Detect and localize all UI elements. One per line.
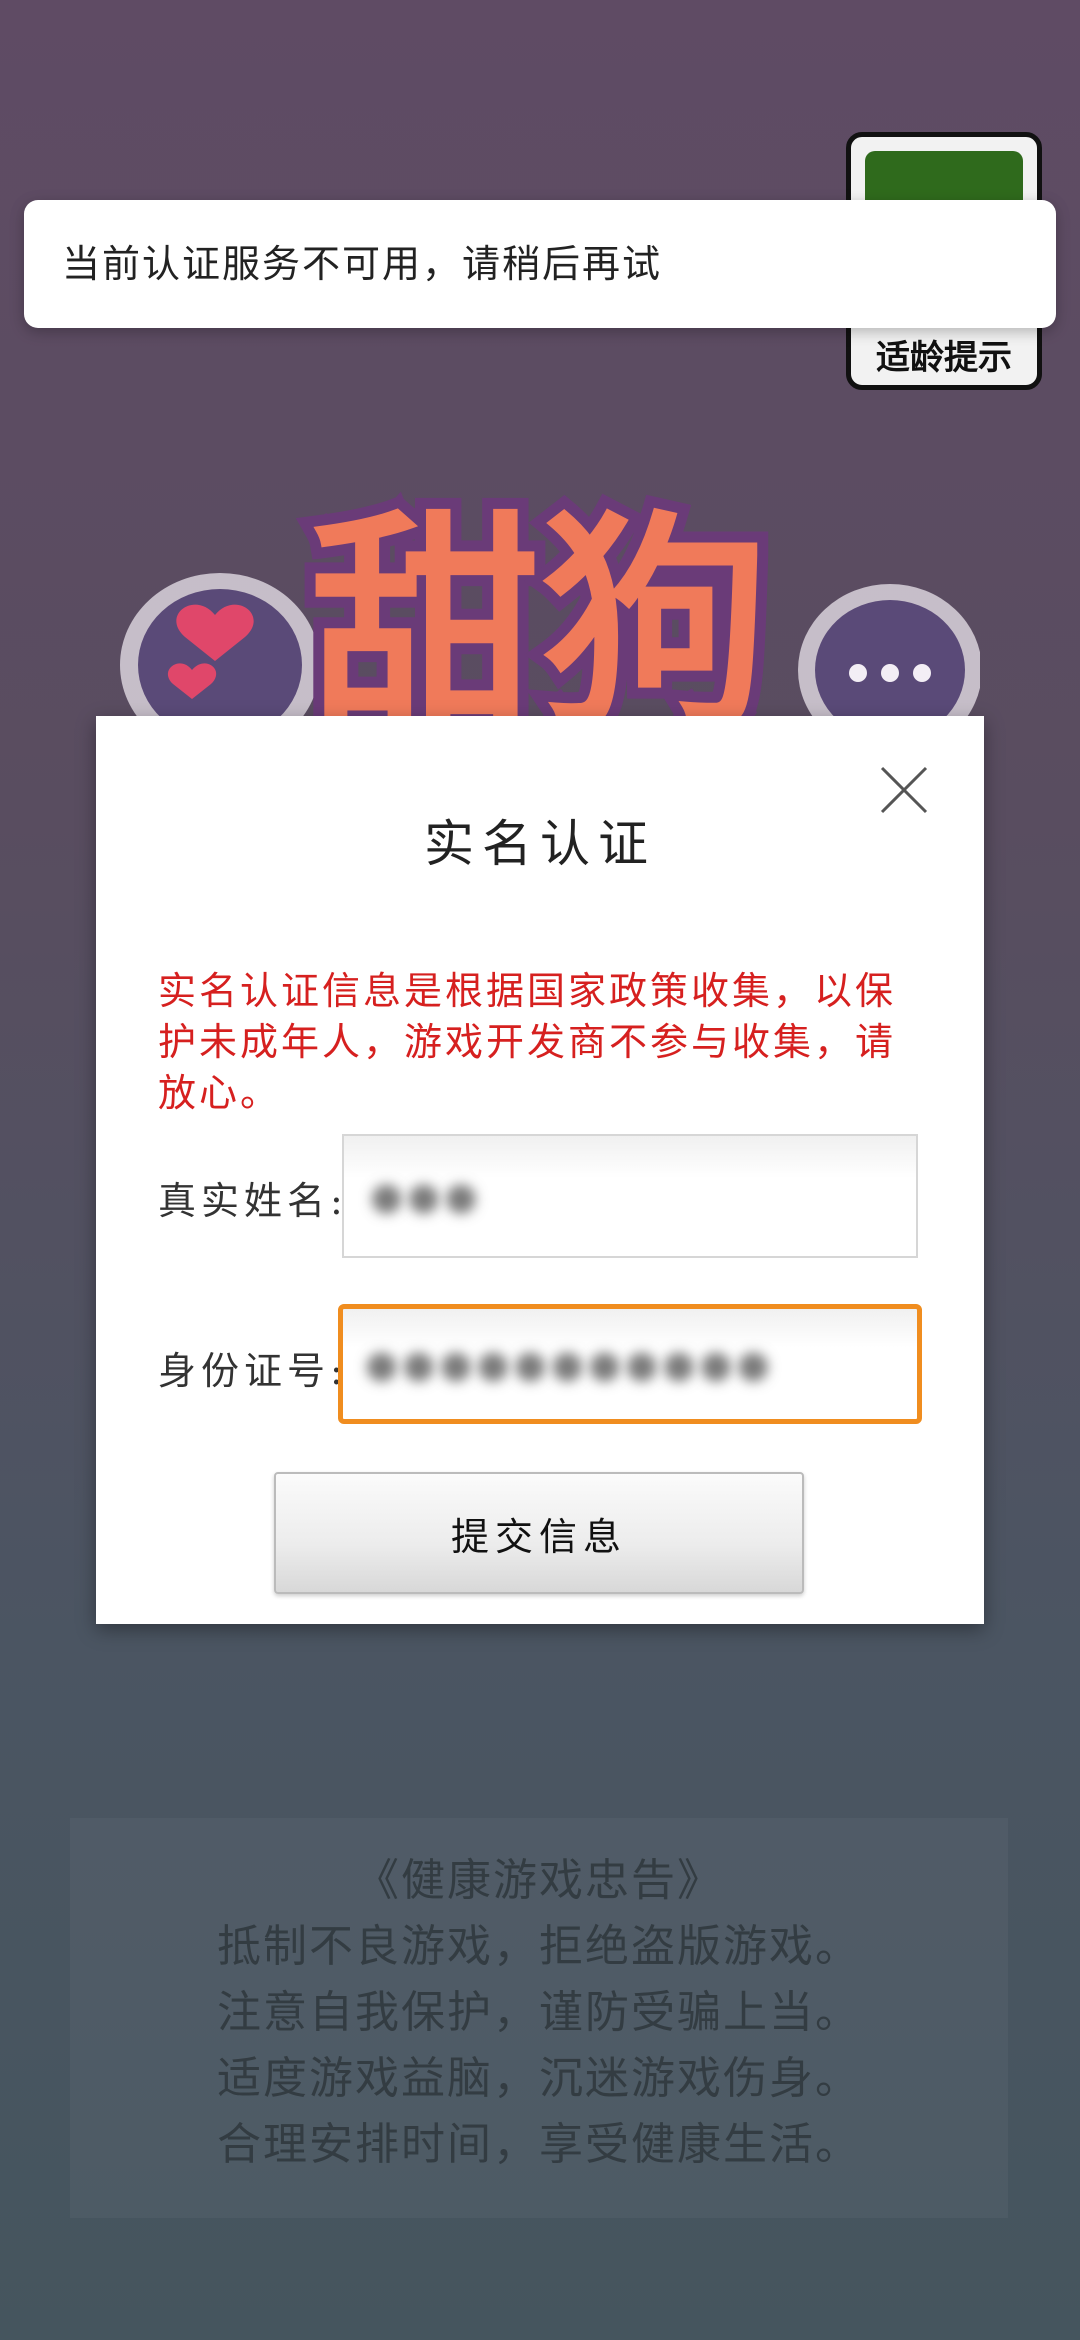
id-number-value: ●●●●●●●●●●● [365, 1342, 774, 1386]
game-logo: 甜狗 [120, 482, 980, 755]
toast-notification: 当前认证服务不可用，请稍后再试 [24, 200, 1056, 328]
real-name-value: ●●● [370, 1174, 482, 1218]
advisory-line: 抵制不良游戏，拒绝盗版游戏。 [217, 1921, 861, 1972]
real-name-input[interactable]: ●●● [342, 1134, 918, 1258]
age-rating-label: 适龄提示 [876, 338, 1012, 378]
advisory-line: 合理安排时间，享受健康生活。 [217, 2119, 861, 2170]
dialog-title: 实名认证 [424, 815, 656, 873]
privacy-notice: 实名认证信息是根据国家政策收集，以保护未成年人，游戏开发商不参与收集，请放心。 [158, 969, 897, 1115]
real-name-auth-dialog: 实名认证 实名认证信息是根据国家政策收集，以保护未成年人，游戏开发商不参与收集，… [96, 716, 984, 1624]
advisory-line: 注意自我保护，谨防受骗上当。 [217, 1987, 861, 2038]
id-number-input[interactable]: ●●●●●●●●●●● [338, 1304, 922, 1424]
real-name-label: 真实姓名: [158, 1179, 348, 1223]
id-number-label: 身份证号: [158, 1349, 348, 1393]
advisory-title: 《健康游戏忠告》 [355, 1855, 723, 1906]
advisory-line: 适度游戏益脑，沉迷游戏伤身。 [217, 2053, 861, 2104]
health-game-advisory: 《健康游戏忠告》 抵制不良游戏，拒绝盗版游戏。 注意自我保护，谨防受骗上当。 适… [70, 1818, 1008, 2218]
submit-button[interactable]: 提交信息 [274, 1472, 804, 1594]
toast-message: 当前认证服务不可用，请稍后再试 [62, 242, 663, 286]
